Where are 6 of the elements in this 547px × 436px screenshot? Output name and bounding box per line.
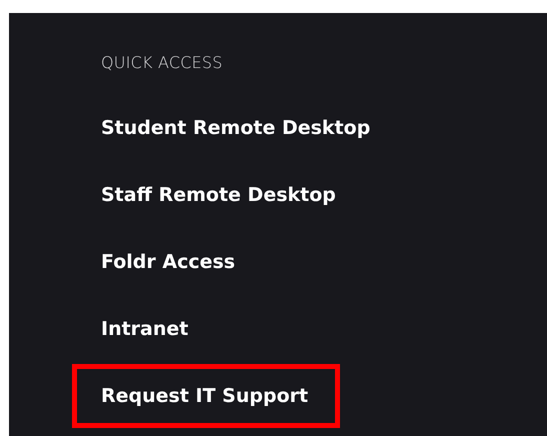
menu-link[interactable]: Request IT Support <box>72 364 340 428</box>
section-heading: QUICK ACCESS <box>101 52 223 74</box>
menu-link[interactable]: Student Remote Desktop <box>72 96 402 160</box>
menu-link[interactable]: Staff Remote Desktop <box>72 163 368 227</box>
menu-link[interactable]: Intranet <box>72 297 220 361</box>
menu-link[interactable]: Foldr Access <box>72 230 268 294</box>
